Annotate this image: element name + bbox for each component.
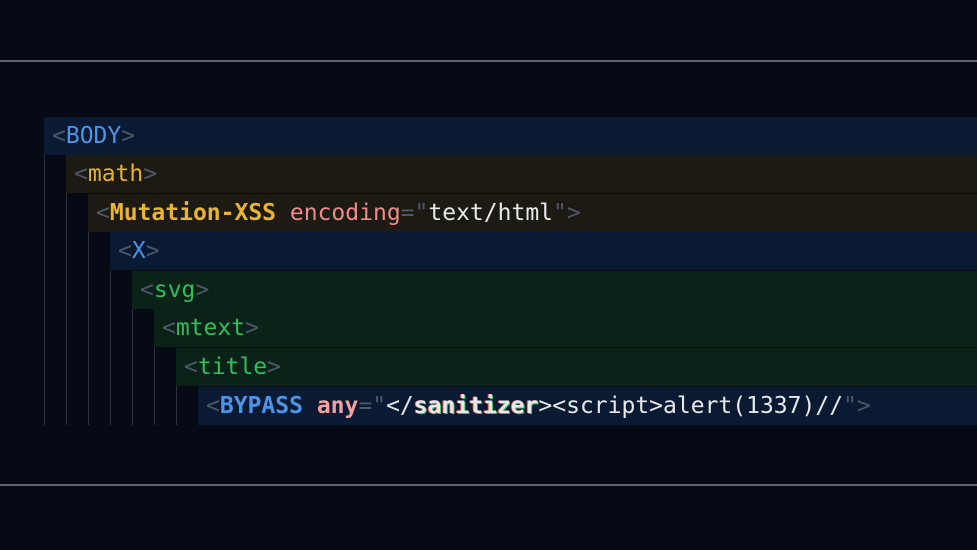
code-line-math: <math> [66, 155, 977, 193]
indent-guide [44, 155, 45, 425]
code-line-bypass: <BYPASS any="</sanitizer><script>alert(1… [198, 387, 977, 425]
attribute-value: text/html [428, 200, 554, 226]
code-line-svg: <svg> [132, 271, 977, 309]
tag-name: math [87, 161, 144, 187]
tag-name: X [131, 238, 146, 264]
tag-name: svg [153, 277, 196, 303]
code-snippet-graphic: <BODY> <math> <Mutation-XSS encoding="te… [0, 0, 977, 550]
top-divider [0, 60, 977, 62]
code-line-x: <X> [110, 232, 977, 270]
bottom-divider [0, 484, 977, 486]
code-line-body: <BODY> [44, 117, 977, 155]
attribute-value-prefix: </ [386, 393, 414, 419]
tag-name: title [197, 354, 268, 380]
tag-name: BYPASS [219, 393, 303, 419]
attribute-name: any [316, 393, 359, 419]
attribute-value-payload: ><script>alert(1337)// [538, 393, 844, 419]
indent-guide [66, 155, 67, 425]
attribute-name: encoding [289, 200, 401, 226]
code-line-title: <title> [176, 348, 977, 386]
tag-name: mtext [175, 315, 246, 341]
tag-name: Mutation-XSS [109, 200, 277, 226]
code-line-mutation-xss: <Mutation-XSS encoding="text/html"> [88, 194, 977, 232]
code-line-mtext: <mtext> [154, 309, 977, 347]
tag-name: BODY [65, 123, 122, 149]
code-block: <BODY> <math> <Mutation-XSS encoding="te… [0, 117, 977, 425]
glitched-sanitizer-text: sanitizer [413, 393, 539, 419]
